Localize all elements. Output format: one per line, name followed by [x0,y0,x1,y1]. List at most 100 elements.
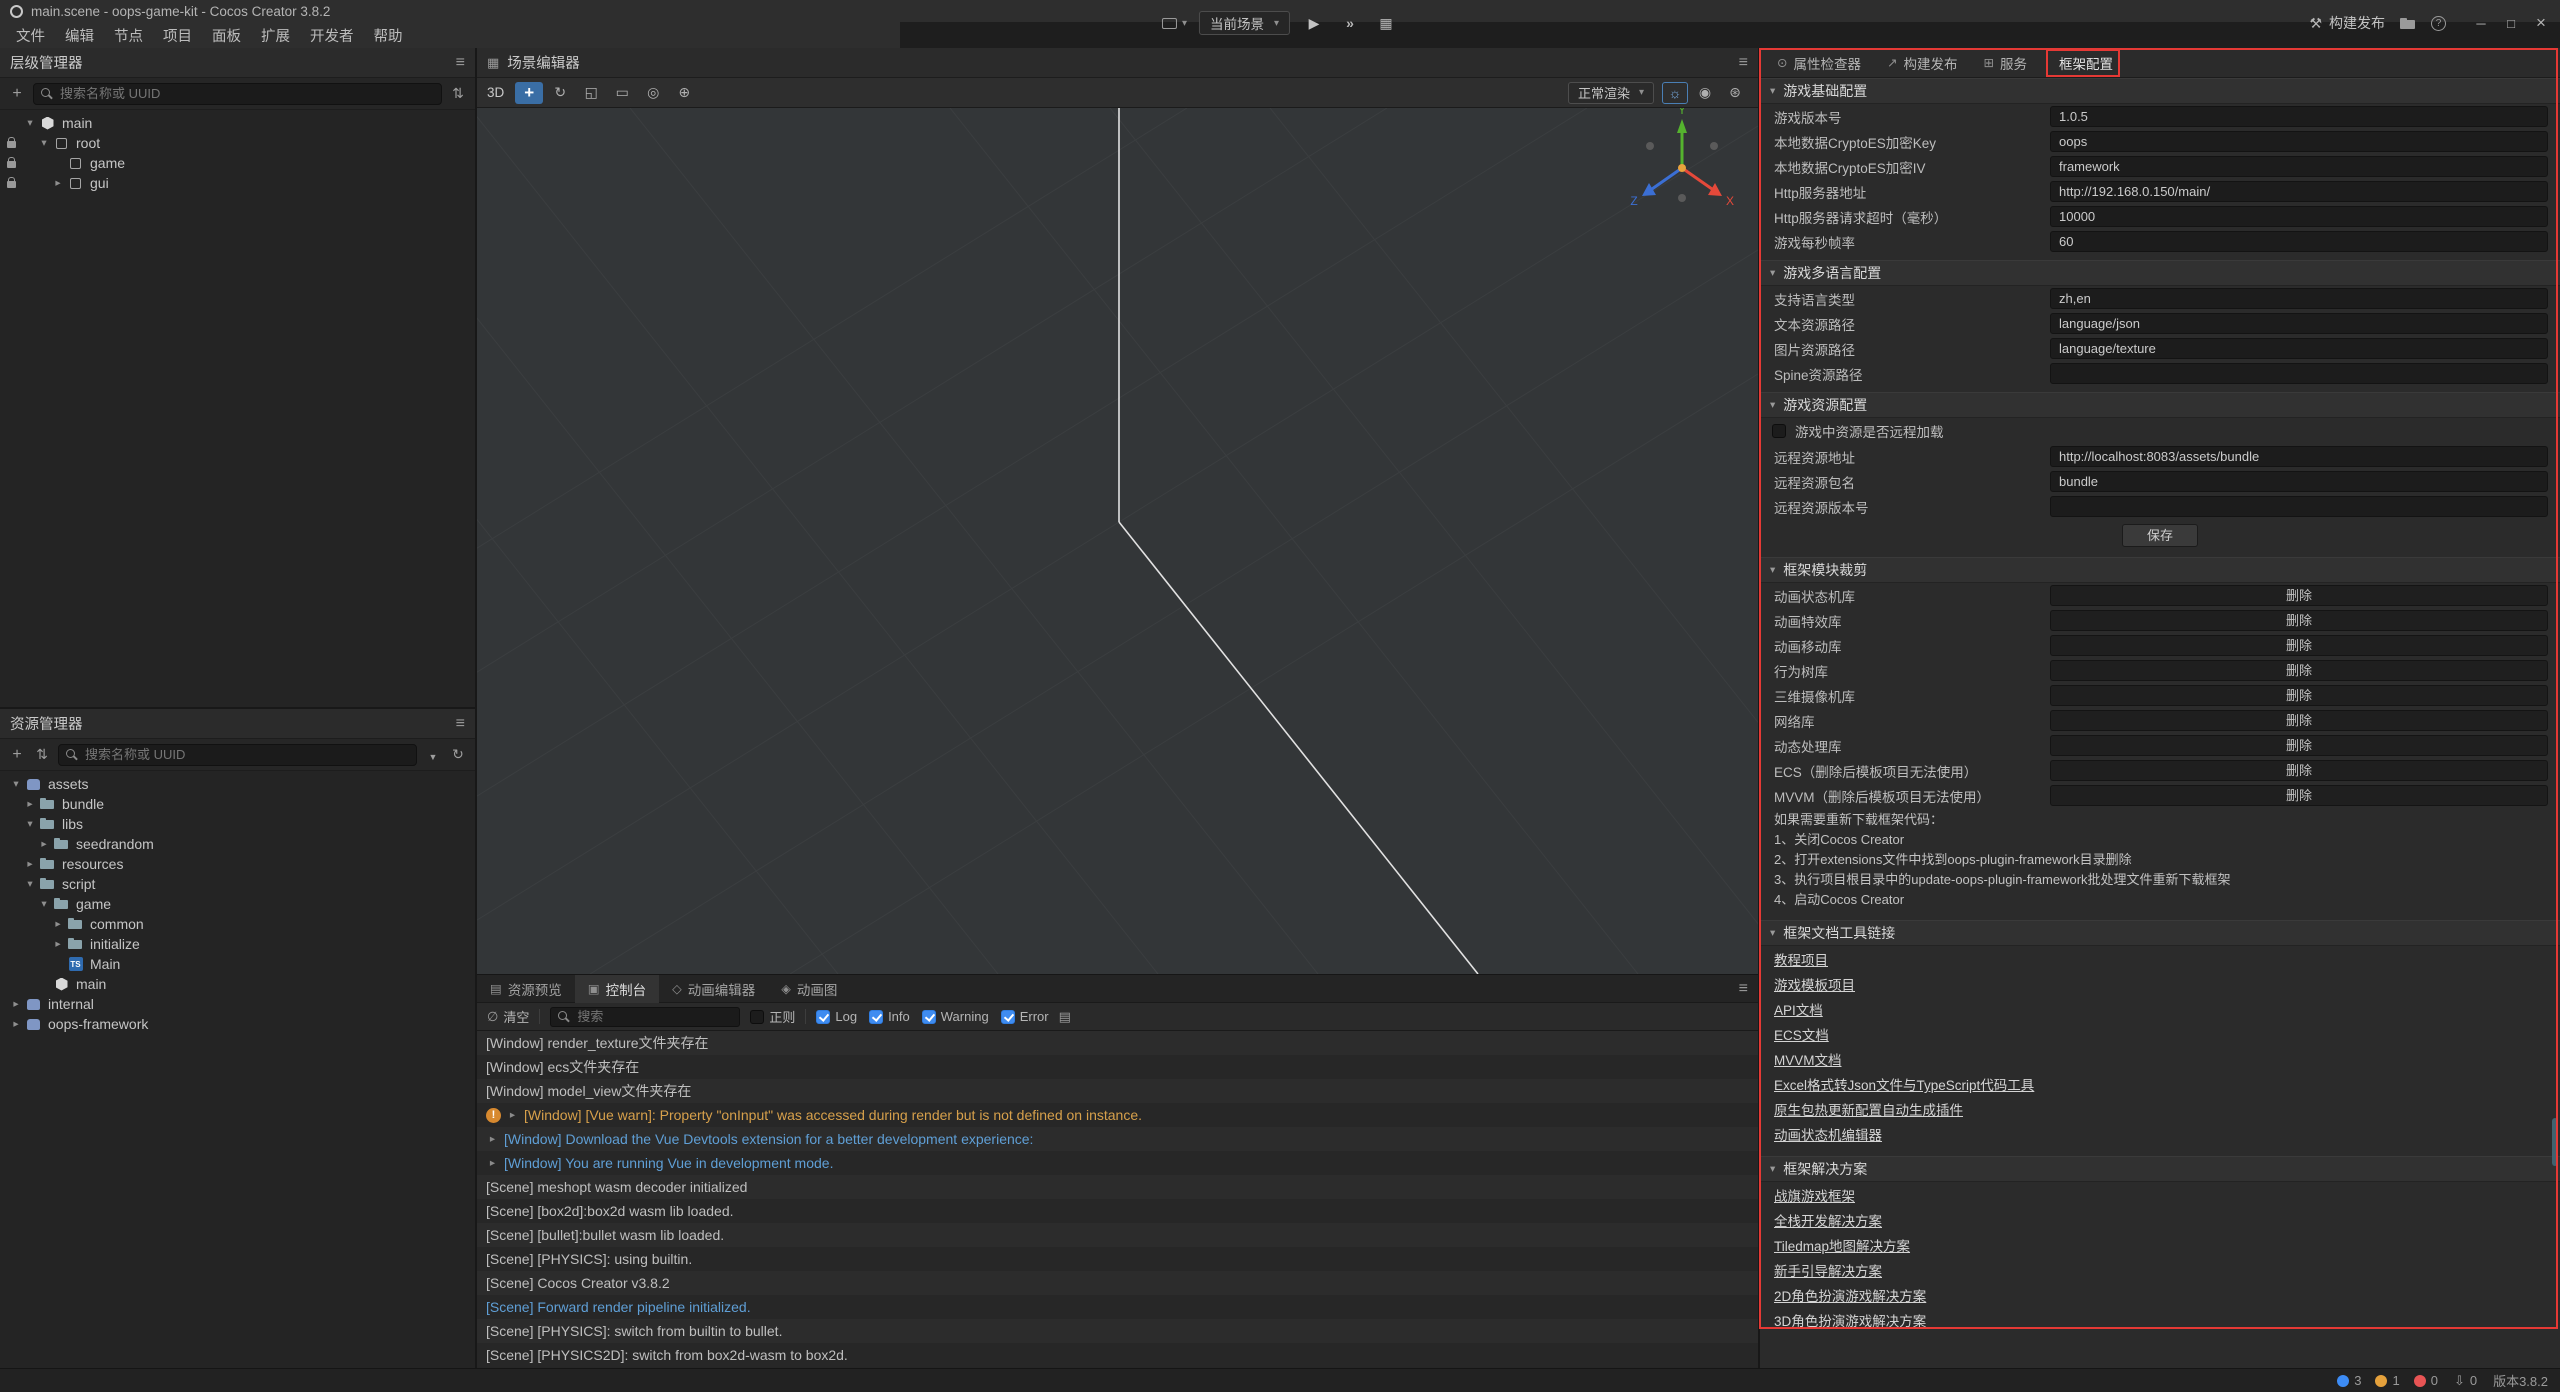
checkbox-icon[interactable] [816,1010,830,1024]
log-filter-toggle[interactable]: Error [1001,1009,1049,1024]
doc-link[interactable]: 动画状态机编辑器 [1774,1123,1882,1148]
console-tab[interactable]: 动画编辑器 [659,975,768,1003]
checkbox-icon[interactable] [750,1010,764,1024]
save-button[interactable]: 保存 [2122,524,2198,547]
delete-module-button[interactable]: 删除 [2050,785,2548,806]
sort-toggle-icon[interactable] [449,85,467,102]
field-value-input[interactable]: oops [2050,131,2548,152]
console-search-input[interactable] [550,1007,740,1027]
log-row[interactable]: ▸ [Window] Download the Vue Devtools ext… [477,1127,1758,1151]
doc-link[interactable]: MVVM文档 [1774,1048,1842,1073]
menu-item[interactable]: 节点 [104,25,153,46]
menu-item[interactable]: 面板 [202,25,251,46]
scrollbar-thumb[interactable] [2552,1118,2558,1166]
step-button[interactable] [1338,15,1362,31]
solution-link[interactable]: 2D角色扮演游戏解决方案 [1774,1284,1926,1309]
section-basic-config[interactable]: 游戏基础配置 [1760,78,2560,104]
close-button[interactable] [2528,13,2554,33]
layout-grid-icon[interactable] [1374,15,1398,32]
scene-viewport[interactable]: Y X Z [477,108,1758,974]
expand-log-icon[interactable]: ▸ [486,1133,499,1145]
checkbox-icon[interactable] [869,1010,883,1024]
clear-console-button[interactable]: 清空 [487,1007,529,1026]
regex-toggle[interactable]: 正则 [750,1007,795,1026]
asset-node-row[interactable]: internal [0,994,475,1014]
field-value-input[interactable]: bundle [2050,471,2548,492]
hierarchy-node-row[interactable]: root [0,133,475,153]
asset-node-row[interactable]: Main [0,954,475,974]
assets-search-input[interactable] [58,744,417,766]
expand-arrow-icon[interactable] [8,778,24,790]
panel-menu-icon[interactable] [1739,980,1748,998]
section-collapse-icon[interactable] [1770,564,1775,576]
dimension-toggle[interactable]: 3D [487,85,504,100]
scene-tool-button[interactable] [546,82,574,104]
expand-arrow-icon[interactable] [36,137,52,149]
panel-menu-icon[interactable] [456,54,465,72]
log-row[interactable]: [Scene] [PHYSICS]: using builtin. [477,1247,1758,1271]
asset-node-row[interactable]: script [0,874,475,894]
notification-count[interactable]: 3 [2337,1373,2361,1388]
delete-module-button[interactable]: 删除 [2050,610,2548,631]
inspector-tab[interactable]: 构建发布 [1874,48,1970,78]
doc-link[interactable]: ECS文档 [1774,1023,1829,1048]
delete-module-button[interactable]: 删除 [2050,585,2548,606]
doc-link[interactable]: 教程项目 [1774,948,1828,973]
field-value-input[interactable]: 60 [2050,231,2548,252]
console-tab[interactable]: 资源预览 [477,975,575,1003]
log-file-icon[interactable] [1059,1009,1071,1025]
delete-module-button[interactable]: 删除 [2050,710,2548,731]
expand-arrow-icon[interactable] [36,838,52,850]
delete-module-button[interactable]: 删除 [2050,660,2548,681]
section-collapse-icon[interactable] [1770,85,1775,97]
view-tool-button[interactable] [1722,82,1748,104]
delete-module-button[interactable]: 删除 [2050,635,2548,656]
help-icon[interactable] [2431,16,2446,31]
checkbox-icon[interactable] [1772,424,1786,438]
section-resource-config[interactable]: 游戏资源配置 [1760,392,2560,418]
inspector-tab[interactable]: 属性检查器 [1764,48,1874,78]
log-row[interactable]: [Scene] [PHYSICS]: switch from builtin t… [477,1319,1758,1343]
section-doc-links[interactable]: 框架文档工具链接 [1760,920,2560,946]
log-row[interactable]: [Scene] [box2d]:box2d wasm lib loaded. [477,1199,1758,1223]
expand-arrow-icon[interactable] [36,898,52,910]
menu-item[interactable]: 扩展 [251,25,300,46]
asset-node-row[interactable]: main [0,974,475,994]
field-value-input[interactable]: http://192.168.0.150/main/ [2050,181,2548,202]
menu-item[interactable]: 项目 [153,25,202,46]
asset-node-row[interactable]: oops-framework [0,1014,475,1034]
minimize-button[interactable] [2468,13,2494,33]
expand-arrow-icon[interactable] [50,918,66,930]
expand-arrow-icon[interactable] [22,117,38,129]
expand-log-icon[interactable]: ▸ [486,1157,499,1169]
console-tab[interactable]: 控制台 [575,975,659,1003]
delete-module-button[interactable]: 删除 [2050,760,2548,781]
doc-link[interactable]: Excel格式转Json文件与TypeScript代码工具 [1774,1073,2034,1098]
field-value-input[interactable]: zh,en [2050,288,2548,309]
asset-node-row[interactable]: initialize [0,934,475,954]
solution-link[interactable]: 战旗游戏框架 [1774,1184,1855,1209]
solution-link[interactable]: 全栈开发解决方案 [1774,1209,1882,1234]
log-row[interactable]: [Window] ecs文件夹存在 [477,1055,1758,1079]
log-filter-toggle[interactable]: Warning [922,1009,989,1024]
field-value-input[interactable]: 1.0.5 [2050,106,2548,127]
asset-node-row[interactable]: assets [0,774,475,794]
solution-link[interactable]: Tiledmap地图解决方案 [1774,1234,1910,1259]
expand-arrow-icon[interactable] [50,938,66,950]
menu-item[interactable]: 编辑 [55,25,104,46]
remote-load-toggle-row[interactable]: 游戏中资源是否远程加载 [1760,418,2560,444]
asset-node-row[interactable]: libs [0,814,475,834]
checkbox-icon[interactable] [922,1010,936,1024]
expand-arrow-icon[interactable] [8,1018,24,1030]
log-row[interactable]: [Scene] [PHYSICS2D]: switch from box2d-w… [477,1343,1758,1367]
scene-tool-button[interactable] [670,82,698,104]
add-asset-button[interactable] [8,746,26,764]
field-value-input[interactable] [2050,496,2548,517]
solution-link[interactable]: 新手引导解决方案 [1774,1259,1882,1284]
view-tool-button[interactable] [1692,82,1718,104]
doc-link[interactable]: 原生包热更新配置自动生成插件 [1774,1098,1963,1123]
preview-device-button[interactable] [1162,18,1187,29]
asset-node-row[interactable]: resources [0,854,475,874]
panel-menu-icon[interactable] [1739,54,1748,72]
asset-node-row[interactable]: seedrandom [0,834,475,854]
